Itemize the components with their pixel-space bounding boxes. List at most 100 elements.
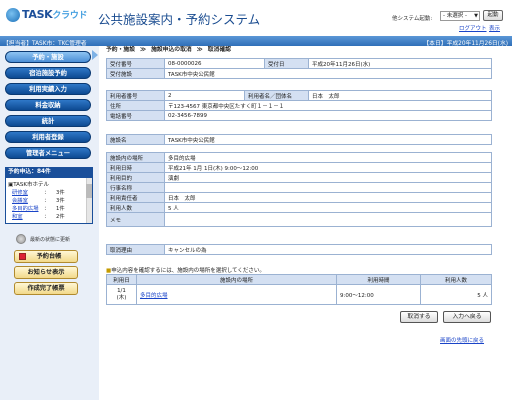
receipt-date-label: 受付日 xyxy=(264,58,309,69)
reason-value: キャンセルの為 xyxy=(164,244,492,255)
count-value: 5 人 xyxy=(164,202,492,213)
address-label: 住所 xyxy=(106,100,165,111)
refresh-icon[interactable] xyxy=(16,234,26,244)
table-row: 受付施設 TASK市中央公民館 xyxy=(106,68,492,79)
today-info: 【本日】平成20年11月26日(水) xyxy=(423,40,508,47)
table-row: 1/1 (木) 多目的広場 9:00～12:00 5 人 xyxy=(106,284,492,305)
scrollbar-thumb[interactable] xyxy=(86,184,92,198)
receipt-date-value: 平成20年11月26日(水) xyxy=(308,58,492,69)
breadcrumb-item: 予約・施設 xyxy=(106,47,135,53)
table-row: 利用者番号 2 利用者名／団体名 日本 太郎 xyxy=(106,90,492,101)
back-to-input-button[interactable]: 入力へ戻る xyxy=(443,311,491,323)
breadcrumb-item: 取消確認 xyxy=(207,47,231,53)
list-item[interactable]: 研修室： 3件 xyxy=(12,188,82,196)
user-name-label: 利用者名／団体名 xyxy=(244,90,309,101)
booking-colon: ： xyxy=(44,206,50,212)
logo-icon xyxy=(6,8,20,22)
count-cell: 5 人 xyxy=(420,284,492,305)
list-item[interactable]: 会議室： 3件 xyxy=(12,196,82,204)
column-header: 施設内の場所 xyxy=(136,274,337,285)
menu-usage-input[interactable]: 利用実績入力 xyxy=(5,83,91,95)
booking-colon: ： xyxy=(44,214,50,220)
column-header: 利用時間 xyxy=(336,274,421,285)
usage-date-cell: 1/1 (木) xyxy=(106,284,137,305)
booking-name[interactable]: 和室 xyxy=(12,214,23,220)
refresh-label[interactable]: 最新の状態に更新 xyxy=(30,236,70,243)
table-row: 利用責任者 日本 太郎 xyxy=(106,192,492,203)
table-row: 取消理由 キャンセルの為 xyxy=(106,244,492,255)
info-bar: 【担当者】TASK市：TKC管理者 【本日】平成20年11月26日(水) xyxy=(0,36,512,47)
purpose-value: 演劇 xyxy=(164,172,492,183)
booking-count: 2件 xyxy=(56,214,65,220)
breadcrumb-separator-icon: ≫ xyxy=(196,47,203,53)
receipt-no-label: 受付番号 xyxy=(106,58,165,69)
event-value xyxy=(164,182,492,193)
time-cell: 9:00～12:00 xyxy=(336,284,421,305)
reservation-ledger-button[interactable]: 予約台帳 xyxy=(14,250,78,263)
menu-admin[interactable]: 管理者メニュー xyxy=(5,147,91,159)
table-row: メモ xyxy=(106,212,492,227)
chevron-down-icon: ▼ xyxy=(474,13,478,19)
user-name-value: 日本 太郎 xyxy=(308,90,492,101)
table-row: 施設名 TASK市中央公民館 xyxy=(106,134,492,145)
place-label: 施設内の場所 xyxy=(106,152,165,163)
facility-value: TASK市中央公民館 xyxy=(164,134,492,145)
facility-table: 施設名 TASK市中央公民館 xyxy=(106,134,492,145)
table-row: 住所 〒123-4567 東京都中央区たすく町１－１－１ xyxy=(106,100,492,111)
cancel-reservation-button[interactable]: 取消する xyxy=(400,311,438,323)
booking-list-table: 利用日 施設内の場所 利用時間 利用人数 1/1 (木) 多目的広場 9:00～… xyxy=(106,274,492,305)
active-arrow-icon xyxy=(92,50,98,60)
datetime-value: 平成21年 1月 1日(木) 9:00～12:00 xyxy=(164,162,492,173)
event-label: 行事名称 xyxy=(106,182,165,193)
completed-report-button[interactable]: 作成完了帳票 xyxy=(14,282,78,295)
phone-label: 電話番号 xyxy=(106,110,165,121)
other-system-select[interactable]: - 未選択 - ▼ xyxy=(440,11,480,21)
list-item[interactable]: 多目的広場： 1件 xyxy=(12,204,82,212)
reservation-ledger-label: 予約台帳 xyxy=(36,253,62,260)
reason-label: 取消理由 xyxy=(106,244,165,255)
menu-fee-collection[interactable]: 料金収納 xyxy=(5,99,91,111)
reason-table: 取消理由 キャンセルの為 xyxy=(106,244,492,255)
user-no-value: 2 xyxy=(164,90,245,101)
launch-button[interactable]: 起動 xyxy=(483,10,503,21)
bookings-facility: ▣TASK市ホテル xyxy=(8,182,49,188)
usage-weekday: (木) xyxy=(116,294,127,301)
other-system-label: 他システム起動: xyxy=(392,16,433,22)
receipt-facility-label: 受付施設 xyxy=(106,68,165,79)
app-title: 公共施設案内・予約システム xyxy=(98,12,261,27)
table-row: 施設内の場所 多目的広場 xyxy=(106,152,492,163)
list-instruction: ■申込内容を確認するには、施設内の場所を選択してください。 xyxy=(106,266,265,274)
logo-text: TASK xyxy=(22,8,53,21)
table-header-row: 利用日 施設内の場所 利用時間 利用人数 xyxy=(106,274,492,285)
purpose-label: 利用目的 xyxy=(106,172,165,183)
display-link[interactable]: 表示 xyxy=(489,24,500,32)
menu-statistics[interactable]: 統計 xyxy=(5,115,91,127)
table-row: 行事名称 xyxy=(106,182,492,193)
logout-link[interactable]: ログアウト xyxy=(459,24,487,32)
booking-count: 3件 xyxy=(56,198,65,204)
phone-value: 02-3456-7899 xyxy=(164,110,492,121)
menu-user-registration[interactable]: 利用者登録 xyxy=(5,131,91,143)
logo: TASKクラウド xyxy=(22,8,88,21)
back-to-top-link[interactable]: 画面の先頭に戻る xyxy=(440,336,484,344)
memo-label: メモ xyxy=(106,212,165,227)
list-item[interactable]: 和室 ： 2件 xyxy=(12,212,82,220)
booking-count: 3件 xyxy=(56,190,65,196)
notice-display-button[interactable]: お知らせ表示 xyxy=(14,266,78,279)
usage-date: 1/1 xyxy=(117,287,126,294)
menu-lodging[interactable]: 宿泊施設予約 xyxy=(5,67,91,79)
bookings-list: ▣TASK市ホテル 研修室： 3件 会議室： 3件 多目的広場： 1件 和室 ： 2件 xyxy=(5,177,93,224)
table-row: 利用人数 5 人 xyxy=(106,202,492,213)
count-label: 利用人数 xyxy=(106,202,165,213)
table-row: 利用日時 平成21年 1月 1日(木) 9:00～12:00 xyxy=(106,162,492,173)
receipt-table: 受付番号 08-0000026 受付日 平成20年11月26日(水) 受付施設 … xyxy=(106,58,492,79)
responsible-label: 利用責任者 xyxy=(106,192,165,203)
place-cell: 多目的広場 xyxy=(136,284,337,305)
menu-reservation[interactable]: 予約・施設 xyxy=(5,51,91,63)
receipt-facility-value: TASK市中央公民館 xyxy=(164,68,492,79)
bookings-scrollbar[interactable] xyxy=(86,178,92,223)
responsible-value: 日本 太郎 xyxy=(164,192,492,203)
place-link[interactable]: 多目的広場 xyxy=(140,293,168,299)
facility-label: 施設名 xyxy=(106,134,165,145)
column-header: 利用人数 xyxy=(420,274,492,285)
